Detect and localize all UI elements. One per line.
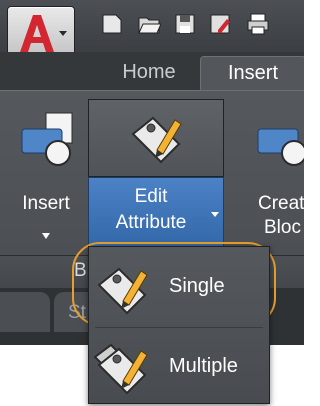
new-icon[interactable] <box>100 12 124 36</box>
menu-item-single-label: Single <box>169 275 225 297</box>
menu-item-multiple[interactable]: Multiple <box>89 335 269 395</box>
print-icon[interactable] <box>246 12 270 36</box>
tab-home[interactable]: Home <box>104 56 194 90</box>
edit-attribute-label-line2: Attribute <box>115 212 187 233</box>
tag-pencil-icon <box>131 116 182 164</box>
create-block-label-line2: Bloc <box>264 217 301 238</box>
save-as-icon[interactable] <box>208 12 232 36</box>
insert-block-icon <box>18 109 78 175</box>
create-block-button[interactable]: Creat Bloc <box>238 103 304 253</box>
menu-separator <box>95 327 263 328</box>
menu-item-multiple-label: Multiple <box>169 355 238 377</box>
edit-attribute-dropdown[interactable]: Edit Attribute <box>88 177 224 249</box>
chevron-down-icon <box>42 223 50 245</box>
open-icon[interactable] <box>137 12 162 36</box>
edit-attribute-split-button[interactable]: Edit Attribute <box>88 99 224 259</box>
create-block-label-line1: Creat <box>258 193 304 214</box>
edit-attribute-menu: Single Multiple <box>88 246 270 404</box>
edit-attribute-label-line1: Edit <box>134 186 168 207</box>
create-block-icon <box>254 109 304 175</box>
save-icon[interactable] <box>173 12 197 36</box>
menu-item-single[interactable]: Single <box>89 257 269 317</box>
ribbon-tab-bar: Home Insert <box>0 52 304 91</box>
insert-button-label: Insert <box>22 193 70 214</box>
tab-insert[interactable]: Insert <box>200 56 304 91</box>
chevron-down-icon <box>59 31 67 36</box>
single-attribute-icon <box>93 261 157 324</box>
multiple-attribute-icon <box>93 339 157 402</box>
edit-attribute-main-button[interactable] <box>88 99 224 177</box>
insert-block-button[interactable]: Insert <box>6 103 86 253</box>
chevron-down-icon <box>211 212 219 217</box>
quick-access-toolbar <box>0 0 304 66</box>
lower-tab[interactable] <box>0 292 50 332</box>
